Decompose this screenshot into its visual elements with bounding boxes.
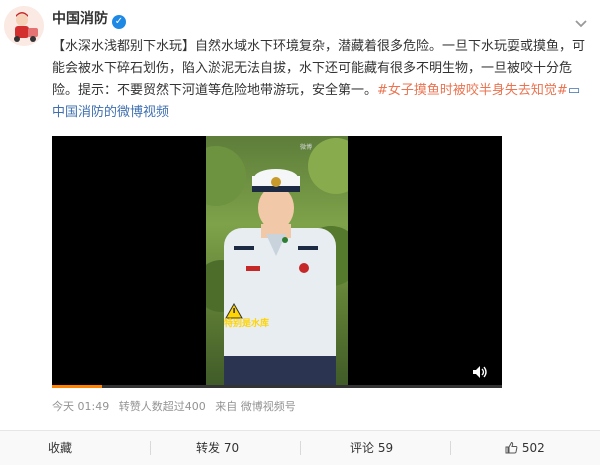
video-watermark: 微博 xyxy=(300,144,313,151)
repost-label: 转发 70 xyxy=(196,441,240,455)
post-time[interactable]: 今天 01:49 xyxy=(52,400,109,413)
video-player[interactable]: 微博 特别是水库 xyxy=(52,136,502,388)
video-frame[interactable]: 微博 特别是水库 xyxy=(206,136,348,388)
chevron-down-icon[interactable] xyxy=(574,14,588,28)
comment-button[interactable]: 评论 59 xyxy=(350,431,393,465)
divider xyxy=(450,441,451,455)
repost-info: 转赞人数超过400 xyxy=(118,400,206,413)
weibo-post-card: 中国消防 ✓ 【水深水浅都别下水玩】自然水域水下环境复杂，潜藏着很多危险。一旦下水… xyxy=(0,0,600,465)
comment-label: 评论 59 xyxy=(350,441,394,455)
account-avatar[interactable] xyxy=(4,6,44,46)
post-meta: 今天 01:49 转赞人数超过400 来自 微博视频号 xyxy=(52,398,302,414)
divider xyxy=(300,441,301,455)
video-progress-fill xyxy=(52,385,102,388)
action-bar: 收藏 转发 70 评论 59 502 xyxy=(0,430,600,465)
post-tag: 【水深水浅都别下水玩】 xyxy=(52,39,196,54)
collect-label: 收藏 xyxy=(48,441,73,455)
collect-button[interactable]: 收藏 xyxy=(48,431,72,465)
account-name[interactable]: 中国消防 ✓ xyxy=(52,8,126,29)
like-count: 502 xyxy=(521,441,545,455)
post-text: 【水深水浅都别下水玩】自然水域水下环境复杂，潜藏着很多危险。一旦下水玩耍或摸鱼，… xyxy=(52,36,590,124)
verified-badge-icon: ✓ xyxy=(112,15,126,29)
video-subtitle: 特别是水库 xyxy=(224,319,270,329)
like-button[interactable]: 502 xyxy=(505,431,545,465)
video-link-text[interactable]: 中国消防的微博视频 xyxy=(52,105,169,120)
thumbs-up-icon xyxy=(505,441,522,455)
video-progress-bar[interactable] xyxy=(52,385,502,388)
hashtag-link[interactable]: #女子摸鱼时被咬半身失去知觉# xyxy=(377,83,568,98)
divider xyxy=(150,441,151,455)
post-source[interactable]: 来自 微博视频号 xyxy=(215,400,296,413)
volume-icon[interactable] xyxy=(472,364,488,383)
account-name-text[interactable]: 中国消防 xyxy=(52,11,108,27)
video-link-icon: ▭ xyxy=(567,83,581,98)
repost-button[interactable]: 转发 70 xyxy=(196,431,239,465)
